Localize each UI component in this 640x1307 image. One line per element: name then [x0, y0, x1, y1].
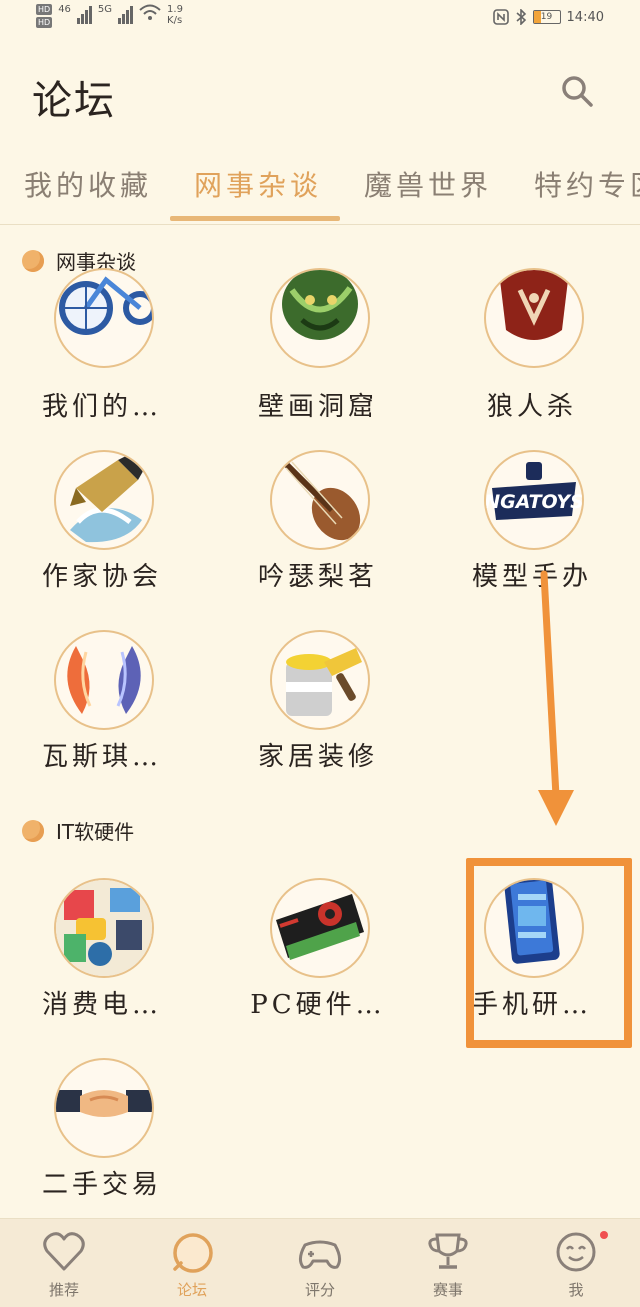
- koi-fish-icon: [54, 630, 154, 730]
- forum-item-label: 消费电…: [41, 990, 162, 1020]
- graphics-card-icon: [270, 878, 370, 978]
- forum-item-label: 狼人杀: [486, 392, 577, 422]
- tab-warcraft[interactable]: 魔兽世界: [364, 164, 492, 204]
- svg-text:NGATOYS: NGATOYS: [486, 491, 582, 513]
- network-speed-unit: K/s: [167, 15, 183, 26]
- heart-icon: [43, 1232, 85, 1271]
- forum-item-label: 瓦斯琪…: [41, 742, 162, 772]
- trophy-icon: [428, 1233, 468, 1269]
- nav-label: 评分: [304, 1281, 335, 1299]
- bottom-nav: 推荐 论坛 评分 赛事 我: [0, 1218, 640, 1307]
- tab-special-zone[interactable]: 特约专区: [534, 164, 640, 204]
- active-tab-indicator: [170, 216, 340, 221]
- nav-recommend[interactable]: 推荐: [4, 1229, 124, 1300]
- wifi-icon: [139, 4, 161, 20]
- fountain-pen-icon: [54, 450, 154, 550]
- forum-item-writers[interactable]: 作家协会: [2, 450, 202, 620]
- forum-item-label: 我们的…: [41, 392, 162, 422]
- handshake-icon: [54, 1058, 154, 1158]
- battery-level: 19: [540, 12, 553, 22]
- tab-bar: 我的收藏 网事杂谈 魔兽世界 特约专区: [0, 150, 640, 225]
- bicycle-icon: [54, 268, 154, 368]
- forum-item-home-decor[interactable]: 家居装修: [218, 630, 418, 800]
- forum-item-label: 吟瑟梨茗: [257, 562, 378, 592]
- section-header-it: IT软硬件: [22, 816, 134, 845]
- section-title: IT软硬件: [56, 820, 135, 844]
- forum-item-label: 作家协会: [41, 562, 162, 592]
- nav-label: 我: [568, 1281, 584, 1299]
- werewolf-icon: [484, 268, 584, 368]
- status-bar: HD HD 46 5G 1.9 K/s 19 14:40: [0, 0, 640, 40]
- forum-item-label: PC硬件…: [250, 990, 386, 1020]
- nav-label: 论坛: [176, 1281, 207, 1299]
- forum-item-murals[interactable]: 壁画洞窟: [218, 268, 418, 438]
- search-icon[interactable]: [560, 74, 594, 108]
- hd-indicator: HD HD: [36, 4, 53, 28]
- network-speed: 1.9 K/s: [167, 4, 183, 26]
- notification-dot: [600, 1231, 608, 1239]
- pipa-icon: [270, 450, 370, 550]
- nav-forum[interactable]: 论坛: [132, 1229, 252, 1300]
- forum-item-bicycle[interactable]: 我们的…: [2, 268, 202, 438]
- forum-item-label: 二手交易: [41, 1170, 162, 1200]
- annotation-arrow: [538, 570, 574, 826]
- hd-badge-1: HD: [36, 4, 53, 15]
- annotation-highlight-box: [466, 858, 632, 1048]
- paint-bucket-icon: [270, 630, 370, 730]
- nav-me[interactable]: 我: [516, 1229, 636, 1300]
- nfc-icon: [492, 9, 509, 25]
- forum-item-label: 壁画洞窟: [257, 392, 378, 422]
- tab-favorites[interactable]: 我的收藏: [24, 164, 152, 204]
- nav-events[interactable]: 赛事: [388, 1229, 508, 1300]
- section-dot-icon: [22, 819, 44, 842]
- forum-item-werewolf[interactable]: 狼人杀: [432, 268, 632, 438]
- battery-icon: 19: [532, 10, 561, 24]
- page-title: 论坛: [32, 78, 116, 124]
- network-type-1: 46: [58, 4, 71, 15]
- signal-icon: [76, 4, 92, 24]
- network-type-2: 5G: [97, 4, 113, 15]
- forum-item-gwent[interactable]: 瓦斯琪…: [2, 630, 202, 800]
- bluetooth-icon: [516, 9, 526, 25]
- nav-label: 推荐: [48, 1281, 79, 1299]
- forum-item-label: 家居装修: [257, 742, 378, 772]
- electronics-icon: [54, 878, 154, 978]
- face-icon: [556, 1232, 596, 1272]
- clock: 14:40: [566, 9, 604, 25]
- forum-item-pc-hardware[interactable]: PC硬件…: [218, 878, 418, 1048]
- nav-label: 赛事: [432, 1281, 463, 1299]
- network-speed-value: 1.9: [167, 4, 183, 15]
- dragon-icon: [270, 268, 370, 368]
- gamepad-icon: [298, 1240, 342, 1269]
- ngatoys-logo-icon: NGATOYS: [484, 450, 584, 550]
- signal-icon-2: [118, 4, 134, 24]
- hd-badge-2: HD: [36, 17, 53, 28]
- forum-item-second-hand[interactable]: 二手交易: [2, 1058, 202, 1228]
- forum-item-pipa[interactable]: 吟瑟梨茗: [218, 450, 418, 620]
- forum-icon: [173, 1233, 213, 1273]
- forum-item-consumer-electronics[interactable]: 消费电…: [2, 878, 202, 1048]
- tab-web-talk[interactable]: 网事杂谈: [194, 164, 322, 204]
- nav-rating[interactable]: 评分: [260, 1229, 380, 1300]
